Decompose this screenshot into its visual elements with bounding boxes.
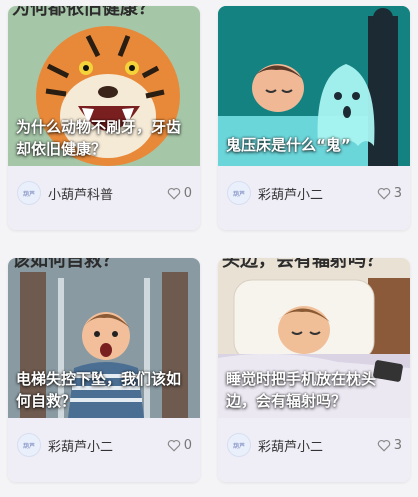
article-card[interactable]: 鬼压床是什么“鬼” 葫芦 彩葫芦小二 3 [218, 6, 410, 230]
like-button[interactable]: 3 [377, 186, 402, 201]
article-title: 睡觉时把手机放在枕头边，会有辐射吗？ [226, 370, 377, 410]
article-meta: 葫芦 彩葫芦小二 3 [218, 418, 410, 482]
article-thumbnail: 鬼压床是什么“鬼” [218, 6, 410, 166]
author-name[interactable]: 小葫芦科普 [48, 184, 113, 203]
heart-outline-icon [167, 439, 180, 452]
heart-outline-icon [377, 187, 390, 200]
article-card[interactable]: 头边，会有辐射吗？ 睡觉时把手机放在枕头边，会有辐射吗？ 葫芦 彩葫芦小二 3 [218, 258, 410, 482]
image-caption-text: 为何都依旧健康？ [12, 6, 156, 19]
like-button[interactable]: 3 [377, 438, 402, 453]
avatar[interactable]: 葫芦 [17, 433, 41, 457]
heart-outline-icon [167, 187, 180, 200]
article-thumbnail: 为何都依旧健康？ 为什么动物不刷牙，牙齿却依旧健康？ [8, 6, 200, 166]
image-caption-text: 头边，会有辐射吗？ [222, 258, 384, 271]
article-meta: 葫芦 小葫芦科普 0 [8, 166, 200, 230]
author-name[interactable]: 彩葫芦小二 [258, 436, 323, 455]
article-title: 为什么动物不刷牙，牙齿却依旧健康？ [16, 118, 182, 158]
article-title: 鬼压床是什么“鬼” [226, 136, 351, 154]
article-card[interactable]: 该如何自救？ 电梯失控下坠，我们该如何自救？ 葫芦 彩葫芦小二 0 [8, 258, 200, 482]
like-button[interactable]: 0 [167, 438, 192, 453]
article-grid: 为何都依旧健康？ 为什么动物不刷牙，牙齿却依旧健康？ 葫芦 小葫芦科普 0 鬼压… [0, 0, 418, 497]
article-meta: 葫芦 彩葫芦小二 3 [218, 166, 410, 230]
author-name[interactable]: 彩葫芦小二 [48, 436, 113, 455]
avatar[interactable]: 葫芦 [17, 181, 41, 205]
article-card[interactable]: 为何都依旧健康？ 为什么动物不刷牙，牙齿却依旧健康？ 葫芦 小葫芦科普 0 [8, 6, 200, 230]
avatar[interactable]: 葫芦 [227, 433, 251, 457]
image-caption-text: 该如何自救？ [12, 258, 120, 271]
article-title: 电梯失控下坠，我们该如何自救？ [16, 370, 182, 410]
avatar[interactable]: 葫芦 [227, 181, 251, 205]
like-count: 0 [183, 185, 192, 201]
author-name[interactable]: 彩葫芦小二 [258, 184, 323, 203]
article-thumbnail: 头边，会有辐射吗？ 睡觉时把手机放在枕头边，会有辐射吗？ [218, 258, 410, 418]
like-count: 3 [393, 185, 402, 201]
like-count: 0 [183, 437, 192, 453]
article-meta: 葫芦 彩葫芦小二 0 [8, 418, 200, 482]
heart-outline-icon [377, 439, 390, 452]
like-button[interactable]: 0 [167, 186, 192, 201]
like-count: 3 [393, 437, 402, 453]
article-thumbnail: 该如何自救？ 电梯失控下坠，我们该如何自救？ [8, 258, 200, 418]
